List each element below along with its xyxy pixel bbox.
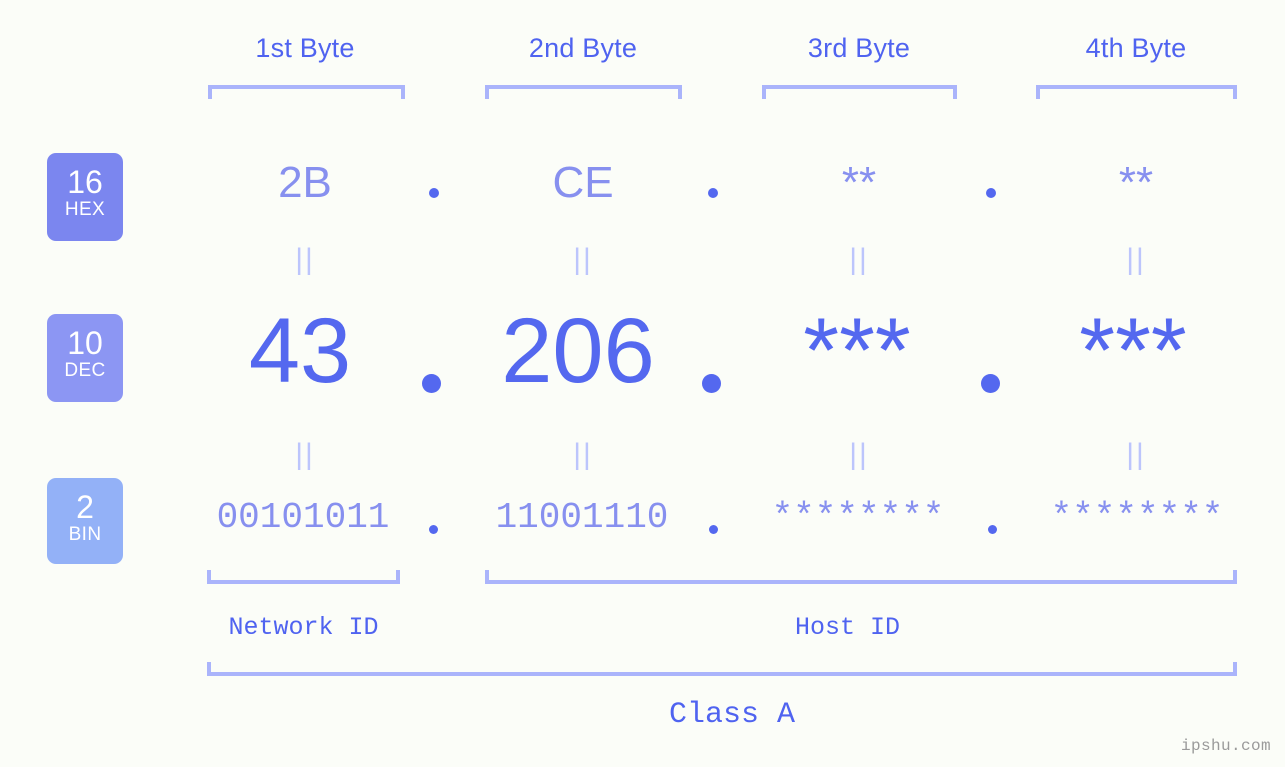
base-badge-hex-number: 16 [67,164,103,200]
dec-byte-3: *** [803,300,911,402]
site-watermark: ipshu.com [1180,737,1271,755]
hex-byte-1: 2B [278,158,332,207]
dec-byte-4: *** [1079,300,1187,402]
equals-connector-hex-dec-1: || [295,243,315,276]
hex-separator-dot-3 [986,188,996,198]
hex-byte-4: ** [1118,158,1154,207]
class-label: Class A [668,698,796,732]
equals-connector-dec-bin-3: || [849,438,869,471]
equals-connector-dec-bin-1: || [295,438,315,471]
byte-bracket-1 [208,85,405,99]
byte-header-2: 2nd Byte [528,33,638,63]
dec-byte-1: 43 [248,300,352,402]
base-badge-bin: 2 BIN [47,478,123,564]
byte-header-3: 3rd Byte [807,33,911,63]
host-id-bracket [485,570,1237,584]
hex-separator-dot-1 [429,188,439,198]
byte-header-4: 4th Byte [1085,33,1187,63]
host-id-label: Host ID [794,613,901,642]
hex-byte-3: ** [841,158,877,207]
bin-byte-1: 00101011 [216,497,390,538]
base-badge-bin-label: BIN [68,524,102,545]
hex-byte-2: CE [552,158,614,207]
ip-address-breakdown-diagram: 1st Byte 2nd Byte 3rd Byte 4th Byte 16 H… [0,0,1285,767]
network-id-bracket [207,570,400,584]
base-badge-hex: 16 HEX [47,153,123,241]
byte-bracket-4 [1036,85,1237,99]
byte-bracket-2 [485,85,682,99]
equals-connector-hex-dec-3: || [849,243,869,276]
equals-connector-dec-bin-4: || [1126,438,1146,471]
bin-byte-2: 11001110 [495,497,669,538]
dec-byte-2: 206 [501,300,655,402]
class-bracket [207,662,1237,676]
bin-separator-dot-1 [429,525,438,534]
dec-separator-dot-2 [702,374,721,393]
bin-byte-3: ******** [771,497,945,538]
base-badge-dec-number: 10 [67,325,103,361]
hex-separator-dot-2 [708,188,718,198]
dec-separator-dot-3 [981,374,1000,393]
byte-header-1: 1st Byte [255,33,355,63]
dec-separator-dot-1 [422,374,441,393]
equals-connector-hex-dec-2: || [573,243,593,276]
base-badge-bin-number: 2 [76,489,94,525]
base-badge-hex-label: HEX [64,199,106,220]
bin-separator-dot-2 [709,525,718,534]
network-id-label: Network ID [228,613,379,642]
equals-connector-hex-dec-4: || [1126,243,1146,276]
byte-bracket-3 [762,85,957,99]
bin-byte-4: ******** [1050,497,1224,538]
equals-connector-dec-bin-2: || [573,438,593,471]
bin-separator-dot-3 [988,525,997,534]
base-badge-dec-label: DEC [64,360,106,381]
base-badge-dec: 10 DEC [47,314,123,402]
